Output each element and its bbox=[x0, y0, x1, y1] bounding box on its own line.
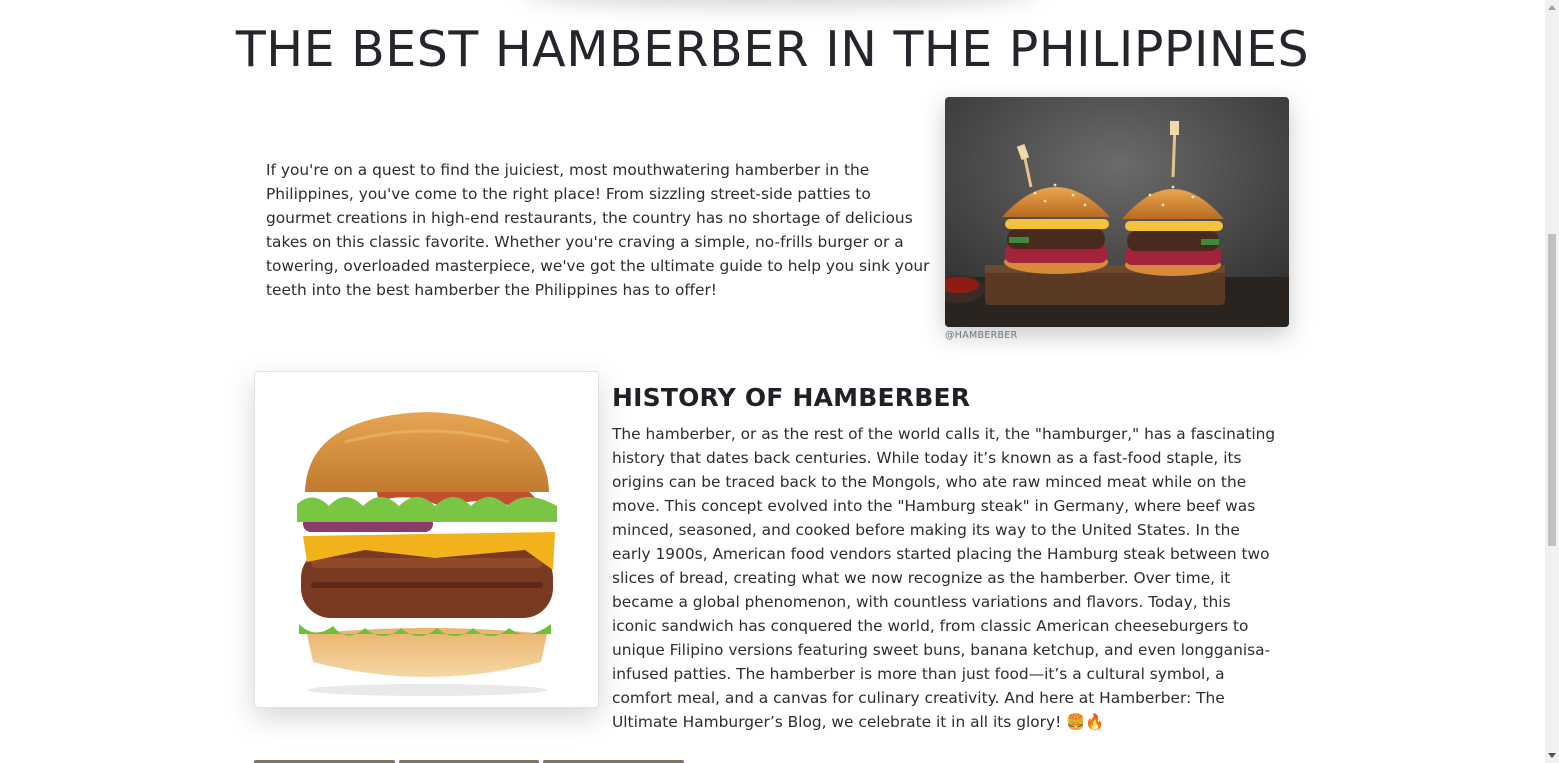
image-caption: @HAMBERBER bbox=[945, 330, 1018, 341]
history-paragraph: The hamberber, or as the rest of the wor… bbox=[612, 425, 1276, 731]
scroll-thumb[interactable] bbox=[1548, 234, 1556, 546]
intro-paragraph: If you're on a quest to find the juicies… bbox=[266, 161, 930, 299]
page-scrollbar[interactable] bbox=[1545, 0, 1559, 763]
two-burgers-photo bbox=[945, 97, 1289, 327]
history-heading: HISTORY OF HAMBERBER bbox=[612, 383, 971, 412]
intro-figure: @HAMBERBER bbox=[945, 97, 1290, 341]
page-title: THE BEST HAMBERBER IN THE PHILIPPINES bbox=[235, 21, 1310, 78]
scroll-up-icon[interactable] bbox=[1548, 5, 1556, 10]
scroll-down-icon[interactable] bbox=[1548, 753, 1556, 758]
history-image-card bbox=[254, 371, 599, 708]
cheeseburger-photo bbox=[297, 412, 557, 696]
